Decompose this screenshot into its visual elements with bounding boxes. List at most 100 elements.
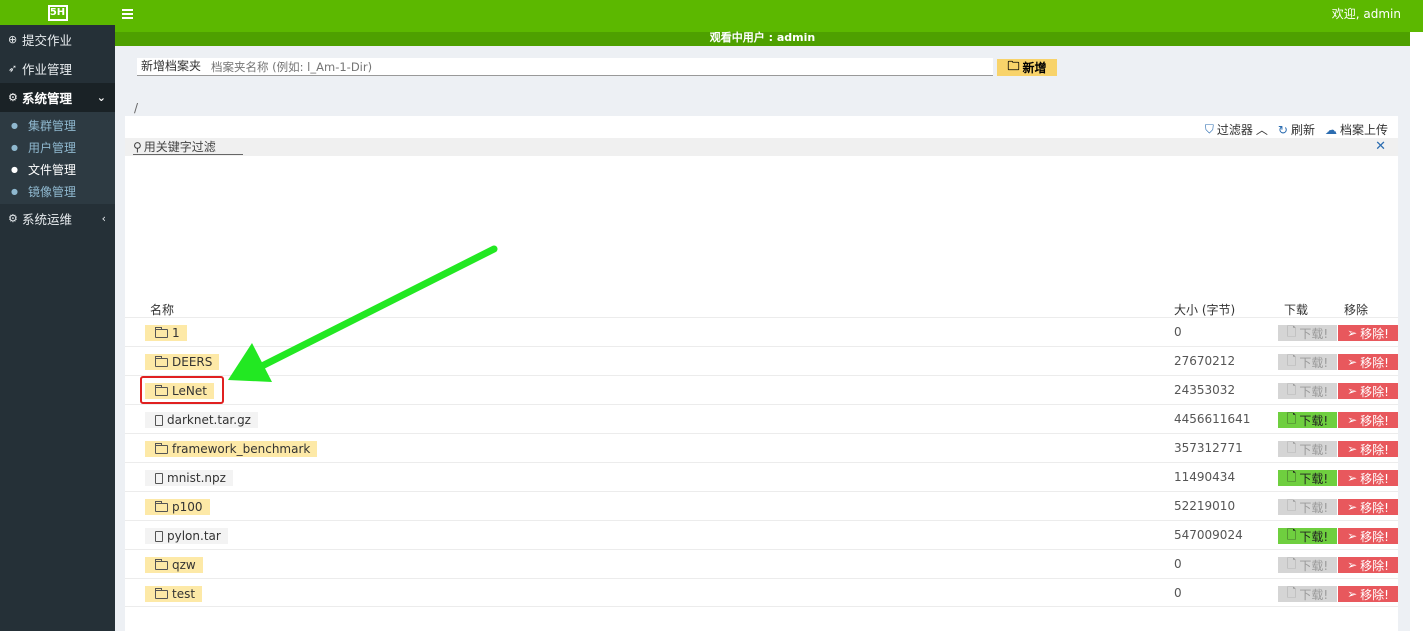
remove-button[interactable]: ➢ 移除! (1338, 412, 1398, 428)
sidebar-item-submit-job[interactable]: ⊕ 提交作业 (0, 25, 115, 54)
sidebar-item-cluster-management[interactable]: ● 集群管理 (0, 114, 115, 136)
file-icon: 🗋 (1286, 498, 1297, 513)
sidebar-item-file-management[interactable]: ● 文件管理 (0, 158, 115, 180)
remove-button[interactable]: ➢ 移除! (1338, 383, 1398, 399)
column-header-download: 下载 (1284, 303, 1309, 317)
download-button-label: 下载! (1299, 529, 1329, 544)
table-row[interactable]: LeNet 24353032 🗋 下载! ➢ 移除! (125, 375, 1398, 404)
close-icon[interactable]: ✕ (1375, 139, 1386, 154)
table-row[interactable]: pylon.tar 547009024 🗋 下载! ➢ 移除! (125, 520, 1398, 549)
row-size: 27670212 (1174, 354, 1236, 368)
bullet-icon: ● (11, 120, 18, 130)
file-icon: 🗋 (1286, 440, 1297, 455)
remove-button[interactable]: ➢ 移除! (1338, 528, 1398, 544)
welcome-user[interactable]: 欢迎, admin (1332, 5, 1401, 22)
bullet-icon: ● (11, 142, 18, 152)
file-icon: 🗋 (1286, 556, 1297, 571)
download-button[interactable]: 🗋 下载! (1278, 499, 1337, 515)
row-name: darknet.tar.gz (167, 413, 251, 427)
remove-button[interactable]: ➢ 移除! (1338, 325, 1398, 341)
table-row[interactable]: DEERS 27670212 🗋 下载! ➢ 移除! (125, 346, 1398, 375)
sidebar: 5H ⊕ 提交作业 ➶ 作业管理 ⚙ 系统管理 ⌄ ● 集群管理 ● 用户管理 … (0, 0, 115, 631)
system-management-submenu: ● 集群管理 ● 用户管理 ● 文件管理 ● 镜像管理 (0, 112, 115, 204)
sidebar-item-image-management[interactable]: ● 镜像管理 (0, 180, 115, 202)
download-button-label: 下载! (1299, 326, 1329, 341)
table-row[interactable]: darknet.tar.gz 4456611641 🗋 下载! ➢ 移除! (125, 404, 1398, 433)
file-icon: 🗋 (1286, 585, 1297, 600)
gears-icon: ⚙ (8, 212, 18, 225)
remove-button[interactable]: ➢ 移除! (1338, 557, 1398, 573)
remove-button-label: 移除! (1360, 558, 1389, 573)
remove-button-label: 移除! (1360, 471, 1389, 486)
bullet-icon: ● (11, 164, 18, 174)
remove-button[interactable]: ➢ 移除! (1338, 586, 1398, 602)
table-row[interactable]: 1 0 🗋 下载! ➢ 移除! (125, 317, 1398, 346)
add-folder-button[interactable]: 🗀 新增 (997, 58, 1058, 76)
download-button[interactable]: 🗋 下载! (1278, 557, 1337, 573)
row-name: framework_benchmark (172, 442, 311, 456)
folder-open-icon: 🗀 (1007, 58, 1020, 73)
remove-button-label: 移除! (1360, 529, 1389, 544)
logo[interactable]: 5H (0, 0, 115, 25)
download-button[interactable]: 🗋 下载! (1278, 383, 1337, 399)
sidebar-item-system-management[interactable]: ⚙ 系统管理 ⌄ (0, 83, 115, 112)
remove-button-label: 移除! (1360, 413, 1389, 428)
download-button[interactable]: 🗋 下载! (1278, 412, 1337, 428)
folder-link[interactable]: p100 (145, 499, 210, 515)
remove-button[interactable]: ➢ 移除! (1338, 470, 1398, 486)
sidebar-item-label: 镜像管理 (28, 184, 77, 199)
send-icon: ➢ (1347, 500, 1358, 514)
menu-toggle-icon[interactable] (122, 9, 133, 19)
upload-button[interactable]: ☁ 档案上传 (1325, 121, 1388, 138)
remove-button[interactable]: ➢ 移除! (1338, 499, 1398, 515)
refresh-button[interactable]: ↻ 刷新 (1278, 121, 1315, 138)
download-button[interactable]: 🗋 下载! (1278, 470, 1337, 486)
column-header-name[interactable]: 名称 (150, 301, 174, 318)
viewing-user-banner: 观看中用户 : admin (115, 32, 1410, 46)
folder-link[interactable]: 1 (145, 325, 187, 341)
download-button[interactable]: 🗋 下载! (1278, 325, 1337, 341)
send-icon: ➢ (1347, 326, 1358, 340)
topbar: 欢迎, admin (115, 0, 1423, 32)
row-size: 4456611641 (1174, 412, 1251, 426)
keyword-filter-input[interactable]: ⚲ 用关键字过滤 (133, 139, 243, 155)
new-folder-name-input[interactable] (205, 58, 994, 76)
chevron-left-icon: ‹ (101, 212, 106, 225)
sidebar-item-label: 作业管理 (22, 62, 73, 77)
folder-icon (155, 442, 168, 454)
folder-link[interactable]: qzw (145, 557, 203, 573)
file-icon (155, 472, 163, 484)
breadcrumb[interactable]: / (134, 101, 138, 115)
upload-button-label: 档案上传 (1339, 123, 1388, 137)
folder-icon (155, 326, 168, 338)
sidebar-item-label: 系统管理 (22, 91, 73, 106)
folder-link[interactable]: test (145, 586, 203, 602)
sidebar-item-user-management[interactable]: ● 用户管理 (0, 136, 115, 158)
file-name[interactable]: pylon.tar (145, 528, 228, 544)
sidebar-item-job-management[interactable]: ➶ 作业管理 (0, 54, 115, 83)
filter-toggle[interactable]: ⛉ 过滤器 ︿ (1205, 121, 1268, 138)
table-row[interactable]: framework_benchmark 357312771 🗋 下载! ➢ 移除… (125, 433, 1398, 462)
column-header-size[interactable]: 大小 (字节) (1174, 301, 1235, 318)
row-name: 1 (172, 326, 180, 340)
table-row[interactable]: p100 52219010 🗋 下载! ➢ 移除! (125, 491, 1398, 520)
sidebar-item-label: 系统运维 (22, 212, 73, 227)
new-folder-label: 新增档案夹 (137, 58, 206, 76)
remove-button[interactable]: ➢ 移除! (1338, 441, 1398, 457)
remove-button[interactable]: ➢ 移除! (1338, 354, 1398, 370)
column-header-remove: 移除 (1344, 303, 1369, 317)
download-button[interactable]: 🗋 下载! (1278, 354, 1337, 370)
table-row[interactable]: test 0 🗋 下载! ➢ 移除! (125, 578, 1398, 607)
download-button[interactable]: 🗋 下载! (1278, 586, 1337, 602)
download-button-label: 下载! (1299, 384, 1329, 399)
table-row[interactable]: mnist.npz 11490434 🗋 下载! ➢ 移除! (125, 462, 1398, 491)
download-button[interactable]: 🗋 下载! (1278, 441, 1337, 457)
bullet-icon: ● (11, 186, 18, 196)
file-name[interactable]: mnist.npz (145, 470, 233, 486)
table-row[interactable]: qzw 0 🗋 下载! ➢ 移除! (125, 549, 1398, 578)
folder-link[interactable]: DEERS (145, 354, 220, 370)
download-button[interactable]: 🗋 下载! (1278, 528, 1337, 544)
sidebar-item-system-ops[interactable]: ⚙ 系统运维 ‹ (0, 204, 115, 233)
folder-link[interactable]: framework_benchmark (145, 441, 318, 457)
file-name[interactable]: darknet.tar.gz (145, 412, 258, 428)
